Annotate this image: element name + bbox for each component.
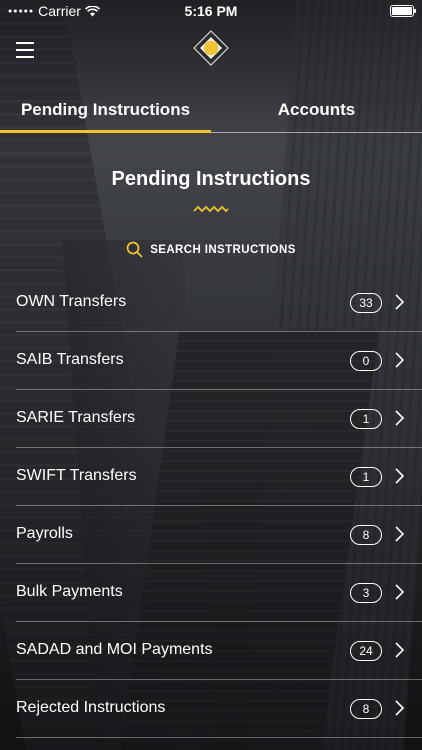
list-item-sarie-transfers[interactable]: SARIE Transfers 1 (16, 390, 422, 448)
chevron-right-icon (395, 642, 404, 658)
count-badge: 24 (350, 641, 382, 661)
tab-accounts[interactable]: Accounts (211, 88, 422, 132)
zigzag-icon (193, 205, 229, 213)
list-item-label: OWN Transfers (16, 293, 127, 310)
chevron-right-icon (395, 700, 404, 716)
instructions-list: OWN Transfers 33 SAIB Transfers 0 SARIE … (0, 274, 422, 738)
battery-icon (390, 5, 416, 17)
count-badge: 8 (350, 525, 382, 545)
tab-pending-instructions[interactable]: Pending Instructions (0, 88, 211, 133)
list-item-label: SWIFT Transfers (16, 467, 137, 484)
search-icon (126, 241, 143, 258)
menu-icon[interactable] (16, 42, 34, 58)
count-badge: 33 (350, 293, 382, 313)
list-item-own-transfers[interactable]: OWN Transfers 33 (16, 274, 422, 332)
list-item-payrolls[interactable]: Payrolls 8 (16, 506, 422, 564)
list-item-label: SADAD and MOI Payments (16, 641, 213, 658)
list-item-label: Payrolls (16, 525, 73, 542)
status-time: 5:16 PM (184, 3, 238, 19)
chevron-right-icon (395, 584, 404, 600)
list-item-label: SAIB Transfers (16, 351, 124, 368)
count-badge: 8 (350, 699, 382, 719)
list-item-label: SARIE Transfers (16, 409, 136, 426)
count-badge: 1 (350, 467, 382, 487)
page-title: Pending Instructions (111, 168, 311, 190)
chevron-right-icon (395, 352, 404, 368)
list-item-rejected-instructions[interactable]: Rejected Instructions 8 (16, 680, 422, 738)
chevron-right-icon (395, 410, 404, 426)
tab-bar: Pending Instructions Accounts (0, 88, 422, 133)
logo (193, 30, 229, 66)
search-instructions-button[interactable]: SEARCH INSTRUCTIONS (0, 241, 422, 258)
list-item-bulk-payments[interactable]: Bulk Payments 3 (16, 564, 422, 622)
count-badge: 3 (350, 583, 382, 603)
list-item-label: Bulk Payments (16, 583, 123, 600)
list-item-swift-transfers[interactable]: SWIFT Transfers 1 (16, 448, 422, 506)
count-badge: 0 (350, 351, 382, 371)
count-badge: 1 (350, 409, 382, 429)
chevron-right-icon (395, 468, 404, 484)
list-item-sadad-moi-payments[interactable]: SADAD and MOI Payments 24 (16, 622, 422, 680)
list-item-label: Rejected Instructions (16, 699, 166, 716)
status-bar: ●●●●● Carrier 5:16 PM (0, 0, 422, 22)
list-item-saib-transfers[interactable]: SAIB Transfers 0 (16, 332, 422, 390)
chevron-right-icon (395, 526, 404, 542)
chevron-right-icon (395, 294, 404, 310)
search-label: SEARCH INSTRUCTIONS (150, 243, 296, 256)
